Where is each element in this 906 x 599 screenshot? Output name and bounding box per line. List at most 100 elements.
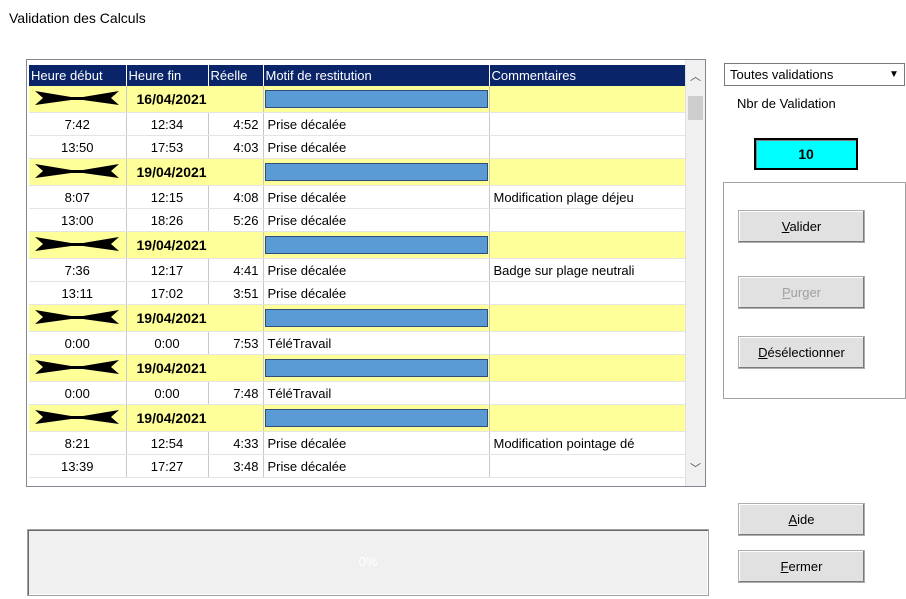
validation-table: Heure début Heure fin Réelle Motif de re… [29,65,688,478]
group-comment-cell [489,354,688,382]
cell-heure-fin: 0:00 [126,381,209,405]
column-header-reelle[interactable]: Réelle [208,65,264,86]
table-row[interactable]: 8:07 12:15 4:08 Prise décalée Modification p… [29,185,688,209]
table-row[interactable]: 0:00 0:00 7:53 TéléTravail [29,331,688,355]
nbr-validation-label: Nbr de Validation [737,96,836,111]
progress-bar: 0% [27,529,709,596]
cell-reelle: 3:51 [208,281,264,305]
crossed-arrows-icon[interactable] [29,158,127,186]
cell-commentaire [489,112,688,136]
cell-commentaire [489,281,688,305]
cell-heure-debut: 13:11 [29,281,127,305]
cell-motif: Prise décalée [263,185,490,209]
cell-motif: TéléTravail [263,381,490,405]
table-row[interactable]: 8:21 12:54 4:33 Prise décalée Modification p… [29,431,688,455]
date-group-row[interactable]: 19/04/2021 [29,158,688,186]
fermer-button[interactable]: Fermer [738,550,865,583]
date-group-row[interactable]: 19/04/2021 [29,404,688,432]
cell-heure-debut: 7:36 [29,258,127,282]
cell-motif: Prise décalée [263,258,490,282]
triangle-down-icon[interactable]: ▼ [884,64,904,85]
motif-color-cell[interactable] [263,158,490,186]
table-row[interactable]: 13:00 18:26 5:26 Prise décalée [29,208,688,232]
cell-motif: Prise décalée [263,281,490,305]
cell-reelle: 7:48 [208,381,264,405]
cell-commentaire [489,454,688,478]
cell-reelle: 4:41 [208,258,264,282]
motif-color-cell[interactable] [263,354,490,382]
cell-heure-fin: 0:00 [126,331,209,355]
cell-heure-debut: 13:50 [29,135,127,159]
scrollbar-thumb[interactable] [688,96,703,120]
validation-filter-select[interactable]: Toutes validations ▼ [724,63,905,86]
cell-motif: Prise décalée [263,112,490,136]
cell-reelle: 4:52 [208,112,264,136]
table-row[interactable]: 13:11 17:02 3:51 Prise décalée [29,281,688,305]
column-header-heure-debut[interactable]: Heure début [29,65,127,86]
grid-header-row: Heure début Heure fin Réelle Motif de re… [29,65,688,86]
crossed-arrows-icon[interactable] [29,354,127,382]
deselectionner-button[interactable]: Désélectionner [738,336,865,369]
cell-heure-debut: 13:00 [29,208,127,232]
cell-reelle: 3:48 [208,454,264,478]
cell-heure-debut: 0:00 [29,381,127,405]
group-date: 19/04/2021 [126,231,264,259]
cell-heure-fin: 17:02 [126,281,209,305]
cell-motif: Prise décalée [263,135,490,159]
cell-motif: Prise décalée [263,431,490,455]
chevron-up-icon[interactable]: ︿ [686,68,705,87]
aide-button[interactable]: Aide [738,503,865,536]
cell-reelle: 4:33 [208,431,264,455]
cell-reelle: 5:26 [208,208,264,232]
group-date: 19/04/2021 [126,304,264,332]
crossed-arrows-icon[interactable] [29,404,127,432]
cell-commentaire [489,135,688,159]
cell-motif: Prise décalée [263,208,490,232]
purger-button[interactable]: Purger [738,276,865,309]
group-date: 19/04/2021 [126,354,264,382]
chevron-down-icon[interactable]: ﹀ [686,460,705,479]
date-group-row[interactable]: 19/04/2021 [29,304,688,332]
cell-heure-fin: 12:54 [126,431,209,455]
crossed-arrows-icon[interactable] [29,86,127,113]
group-comment-cell [489,86,688,113]
date-group-row[interactable]: 19/04/2021 [29,231,688,259]
table-row[interactable]: 7:42 12:34 4:52 Prise décalée [29,112,688,136]
table-row[interactable]: 13:39 17:27 3:48 Prise décalée [29,454,688,478]
motif-color-cell[interactable] [263,86,490,113]
date-group-row[interactable]: 16/04/2021 [29,86,688,113]
window-title: Validation des Calculs [9,10,146,26]
table-row[interactable]: 7:36 12:17 4:41 Prise décalée Badge sur plag… [29,258,688,282]
column-header-motif[interactable]: Motif de restitution [263,65,490,86]
column-header-commentaires[interactable]: Commentaires [489,65,688,86]
group-date: 16/04/2021 [126,86,264,113]
cell-heure-fin: 12:17 [126,258,209,282]
column-header-heure-fin[interactable]: Heure fin [126,65,209,86]
validation-grid[interactable]: Heure début Heure fin Réelle Motif de re… [26,59,706,487]
cell-heure-fin: 17:27 [126,454,209,478]
table-row[interactable]: 13:50 17:53 4:03 Prise décalée [29,135,688,159]
group-comment-cell [489,158,688,186]
blue-indicator [264,90,488,108]
motif-color-cell[interactable] [263,404,490,432]
motif-color-cell[interactable] [263,231,490,259]
cell-heure-debut: 7:42 [29,112,127,136]
blue-indicator [264,309,488,327]
cell-heure-fin: 17:53 [126,135,209,159]
crossed-arrows-icon[interactable] [29,231,127,259]
cell-motif: Prise décalée [263,454,490,478]
motif-color-cell[interactable] [263,304,490,332]
table-row[interactable]: 0:00 0:00 7:48 TéléTravail [29,381,688,405]
cell-reelle: 7:53 [208,331,264,355]
grid-vertical-scrollbar[interactable]: ︿ ﹀ [685,60,705,486]
date-group-row[interactable]: 19/04/2021 [29,354,688,382]
cell-heure-fin: 18:26 [126,208,209,232]
cell-heure-fin: 12:34 [126,112,209,136]
crossed-arrows-icon[interactable] [29,304,127,332]
cell-reelle: 4:03 [208,135,264,159]
progress-percent: 0% [358,554,378,569]
valider-button[interactable]: Valider [738,210,865,243]
group-date: 19/04/2021 [126,158,264,186]
cell-heure-debut: 13:39 [29,454,127,478]
cell-heure-debut: 0:00 [29,331,127,355]
